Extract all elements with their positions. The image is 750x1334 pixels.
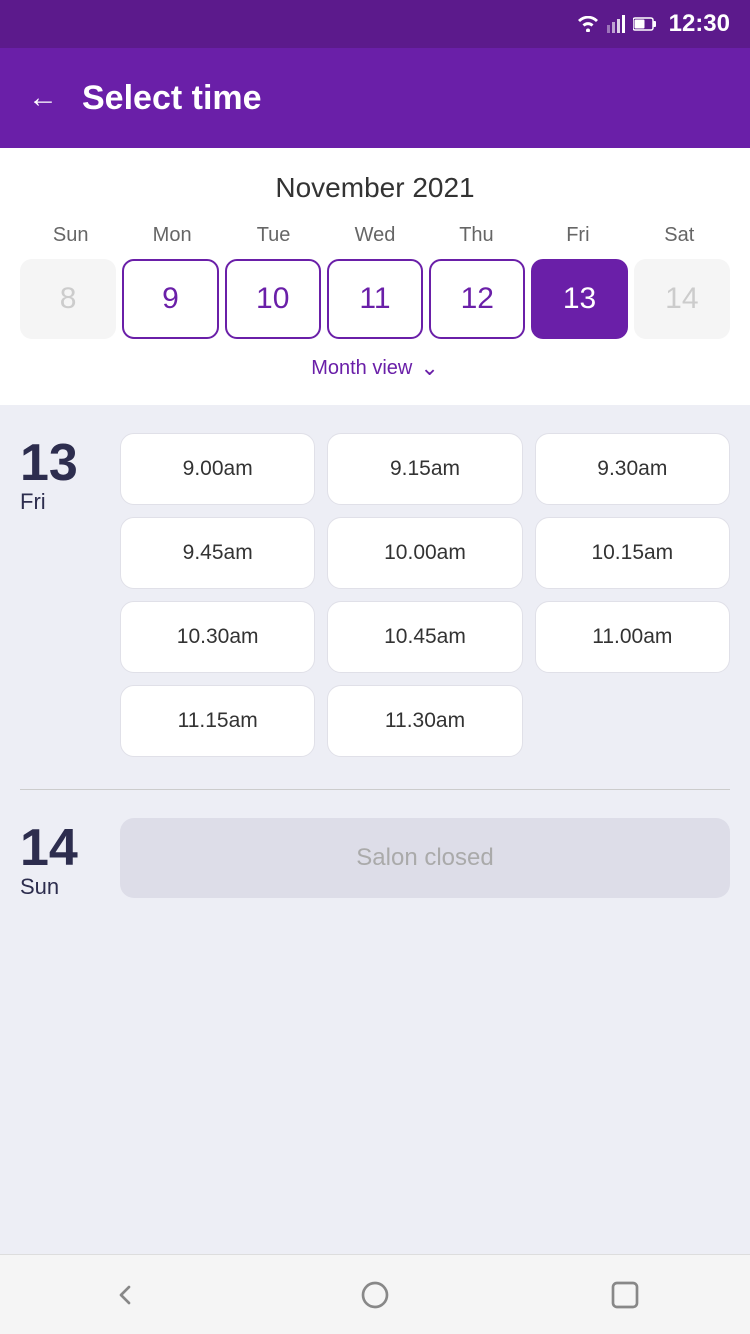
slot-1045am[interactable]: 10.45am <box>327 601 522 673</box>
slot-930am[interactable]: 9.30am <box>535 433 730 505</box>
slot-1115am[interactable]: 11.15am <box>120 685 315 757</box>
slot-945am[interactable]: 9.45am <box>120 517 315 589</box>
back-nav-icon <box>109 1279 141 1311</box>
date-14: 14 <box>634 259 730 339</box>
month-view-toggle[interactable]: Month view ⌄ <box>20 339 730 389</box>
date-8: 8 <box>20 259 116 339</box>
day-block-14: 14 Sun Salon closed <box>20 818 730 900</box>
weekday-fri: Fri <box>527 224 628 247</box>
bottom-nav <box>0 1254 750 1334</box>
signal-icon <box>607 15 625 33</box>
weekday-mon: Mon <box>121 224 222 247</box>
slot-1030am[interactable]: 10.30am <box>120 601 315 673</box>
slot-1015am[interactable]: 10.15am <box>535 517 730 589</box>
chevron-down-icon: ⌄ <box>420 355 438 381</box>
slots-section: 13 Fri 9.00am 9.15am 9.30am 9.45am 10.00… <box>0 405 750 1254</box>
nav-home-button[interactable] <box>355 1275 395 1315</box>
slot-1100am[interactable]: 11.00am <box>535 601 730 673</box>
slot-915am[interactable]: 9.15am <box>327 433 522 505</box>
app-header: ← Select time <box>0 48 750 148</box>
weekday-wed: Wed <box>324 224 425 247</box>
date-11[interactable]: 11 <box>327 259 423 339</box>
weekday-sun: Sun <box>20 224 121 247</box>
back-button[interactable]: ← <box>28 81 58 115</box>
date-10[interactable]: 10 <box>225 259 321 339</box>
weekday-sat: Sat <box>629 224 730 247</box>
salon-closed-label: Salon closed <box>120 818 730 898</box>
divider <box>20 789 730 790</box>
status-icons <box>577 15 657 33</box>
day-label-13: 13 Fri <box>20 433 100 757</box>
battery-icon <box>633 17 657 31</box>
wifi-icon <box>577 16 599 32</box>
status-bar: 12:30 <box>0 0 750 48</box>
slot-900am[interactable]: 9.00am <box>120 433 315 505</box>
status-time: 12:30 <box>669 10 730 38</box>
month-year-label: November 2021 <box>20 172 730 204</box>
dates-row: 8 9 10 11 12 13 14 <box>20 259 730 339</box>
day-number-13: 13 <box>20 437 78 489</box>
slot-1130am[interactable]: 11.30am <box>327 685 522 757</box>
calendar-section: November 2021 Sun Mon Tue Wed Thu Fri Sa… <box>0 148 750 405</box>
page-title: Select time <box>82 79 262 118</box>
date-13[interactable]: 13 <box>531 259 627 339</box>
nav-recent-button[interactable] <box>605 1275 645 1315</box>
day-label-14: 14 Sun <box>20 818 100 900</box>
nav-back-button[interactable] <box>105 1275 145 1315</box>
home-nav-icon <box>359 1279 391 1311</box>
recent-nav-icon <box>609 1279 641 1311</box>
slots-grid-13: 9.00am 9.15am 9.30am 9.45am 10.00am 10.1… <box>120 433 730 757</box>
weekday-tue: Tue <box>223 224 324 247</box>
day-number-14: 14 <box>20 822 78 874</box>
month-view-label: Month view <box>311 357 412 380</box>
date-9[interactable]: 9 <box>122 259 218 339</box>
slot-1000am[interactable]: 10.00am <box>327 517 522 589</box>
date-12[interactable]: 12 <box>429 259 525 339</box>
weekday-thu: Thu <box>426 224 527 247</box>
day-name-14: Sun <box>20 874 59 900</box>
day-name-13: Fri <box>20 489 46 515</box>
weekday-row: Sun Mon Tue Wed Thu Fri Sat <box>20 224 730 247</box>
day-block-13: 13 Fri 9.00am 9.15am 9.30am 9.45am 10.00… <box>20 433 730 757</box>
